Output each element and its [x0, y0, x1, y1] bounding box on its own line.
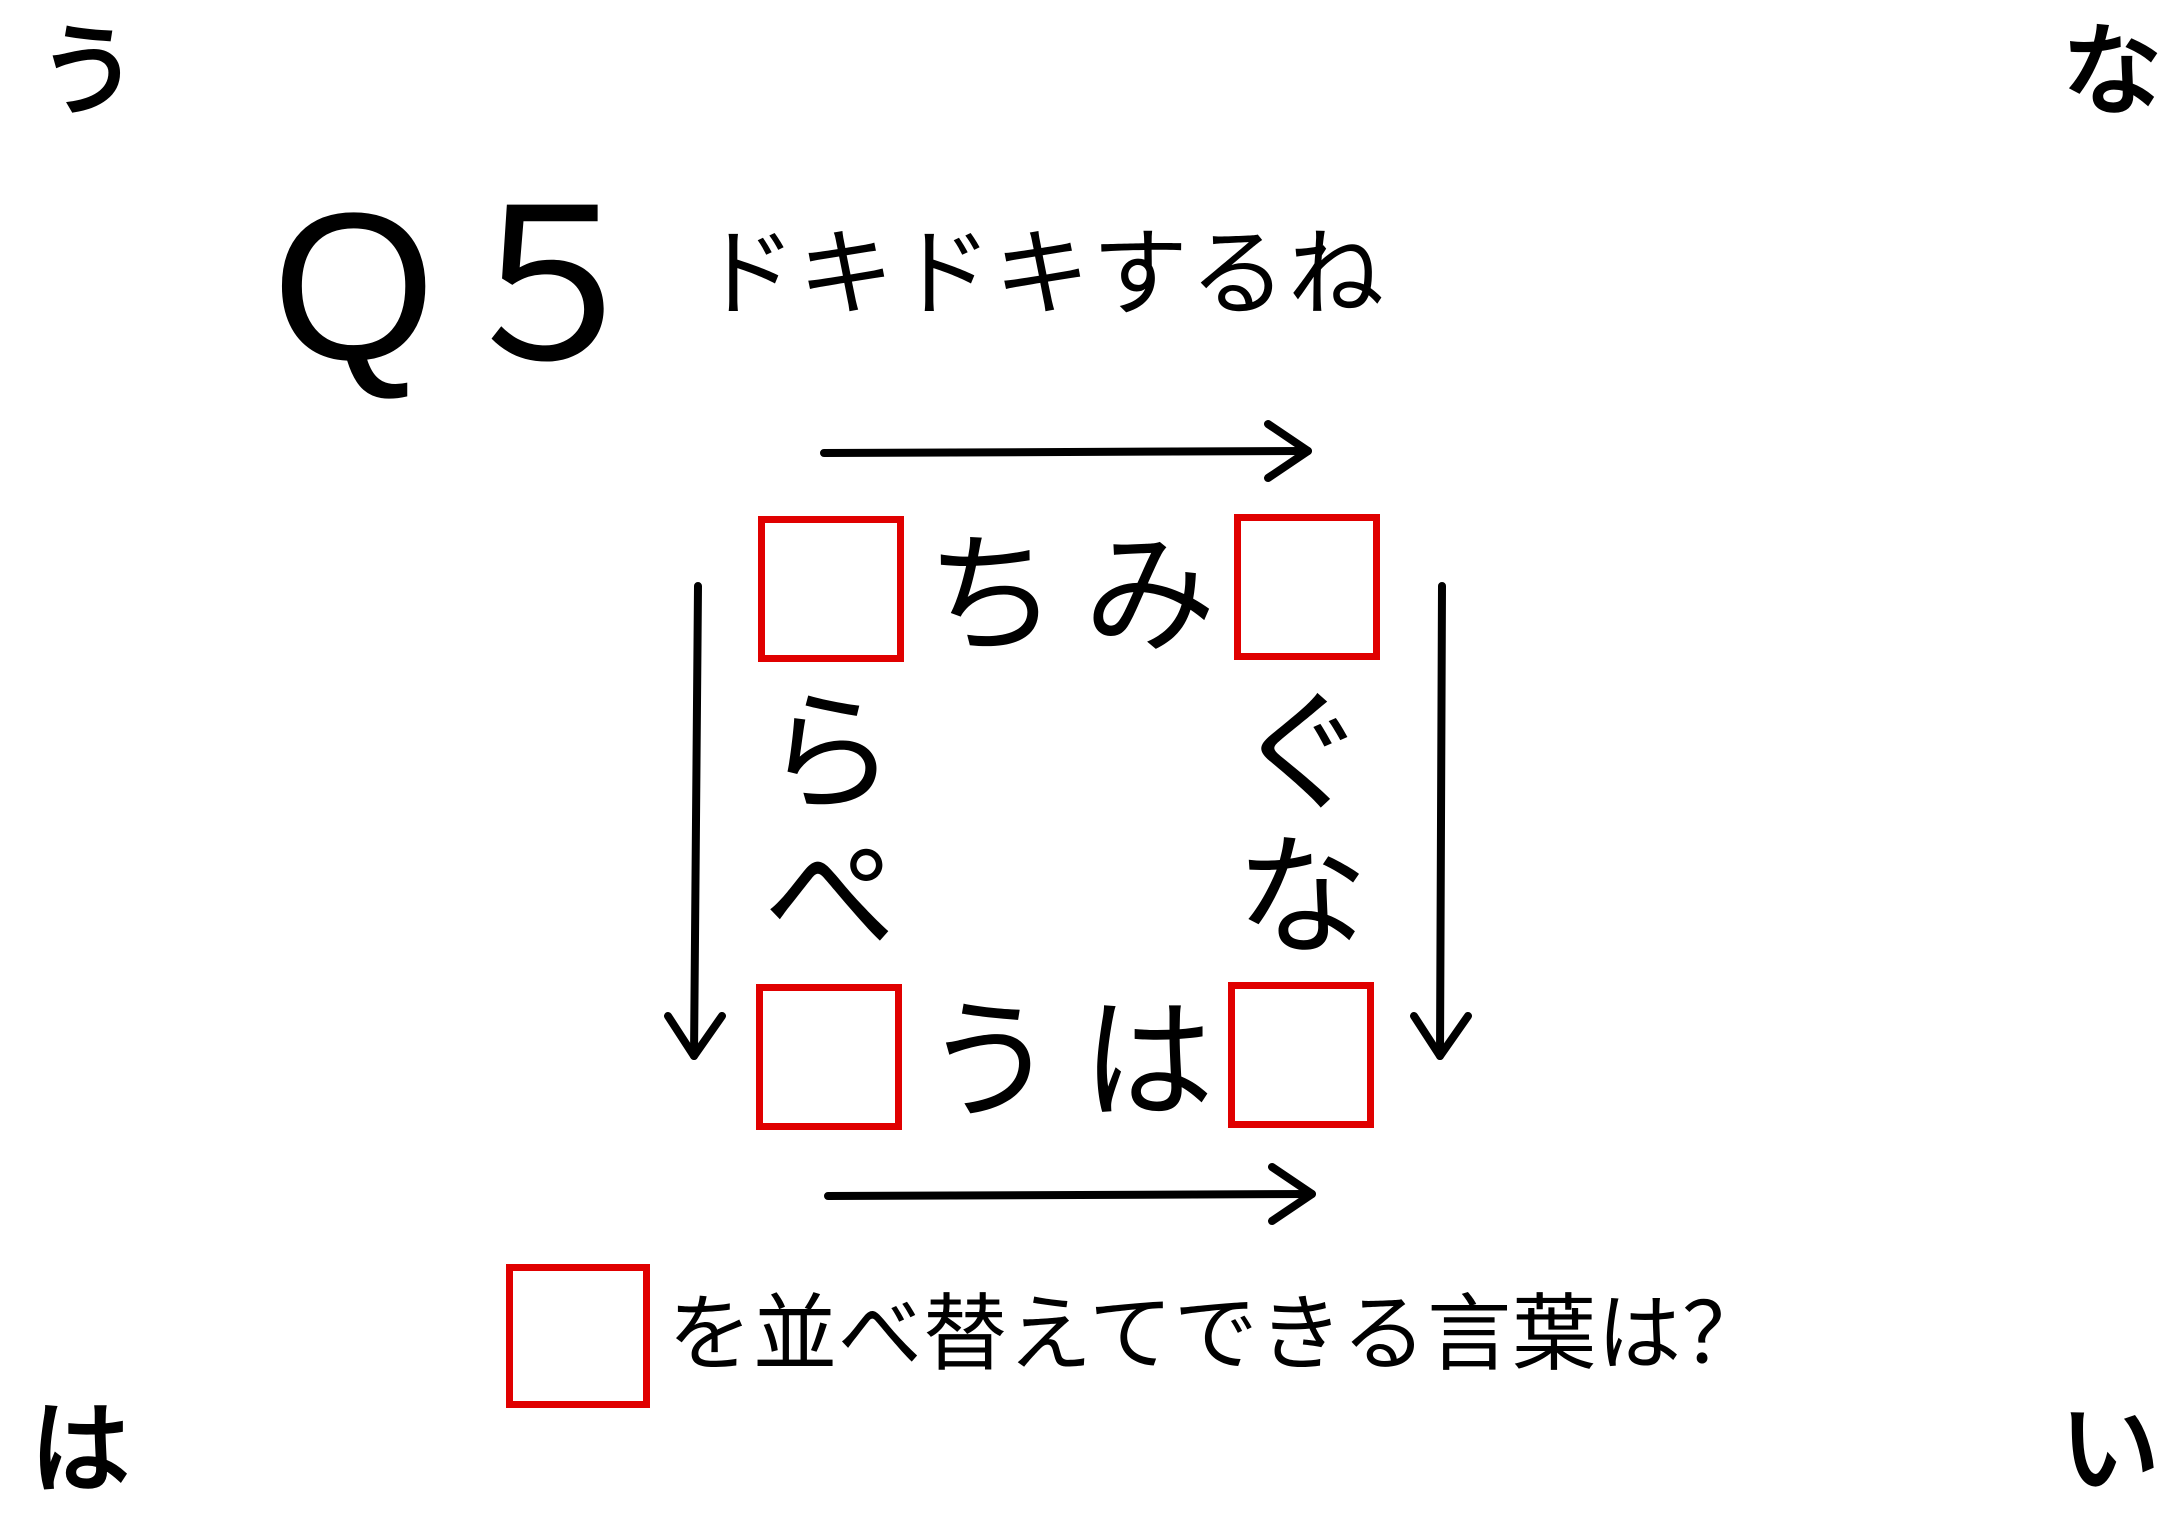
answer-box-bottom-left	[756, 984, 902, 1130]
puzzle-char: う	[924, 985, 1056, 1139]
puzzle-char: ぺ	[764, 821, 896, 975]
instruction-text: を並べ替えてできる言葉は？	[668, 1285, 1768, 1383]
instruction-box-icon	[506, 1264, 650, 1408]
puzzle-char: な	[1236, 821, 1368, 975]
puzzle-char: ら	[764, 677, 896, 831]
puzzle-char: み	[1084, 519, 1216, 673]
answer-box-top-left	[758, 516, 904, 662]
arrow-down-right-icon	[1410, 582, 1472, 1060]
puzzle-char: は	[1082, 985, 1214, 1139]
arrow-right-top-icon	[820, 420, 1312, 482]
answer-box-top-right	[1234, 514, 1380, 660]
arrow-right-bottom-icon	[824, 1163, 1316, 1225]
puzzle-char: ち	[926, 519, 1058, 673]
arrow-down-left-icon	[664, 582, 726, 1060]
answer-box-bottom-right	[1228, 982, 1374, 1128]
puzzle-char: ぐ	[1236, 677, 1368, 831]
